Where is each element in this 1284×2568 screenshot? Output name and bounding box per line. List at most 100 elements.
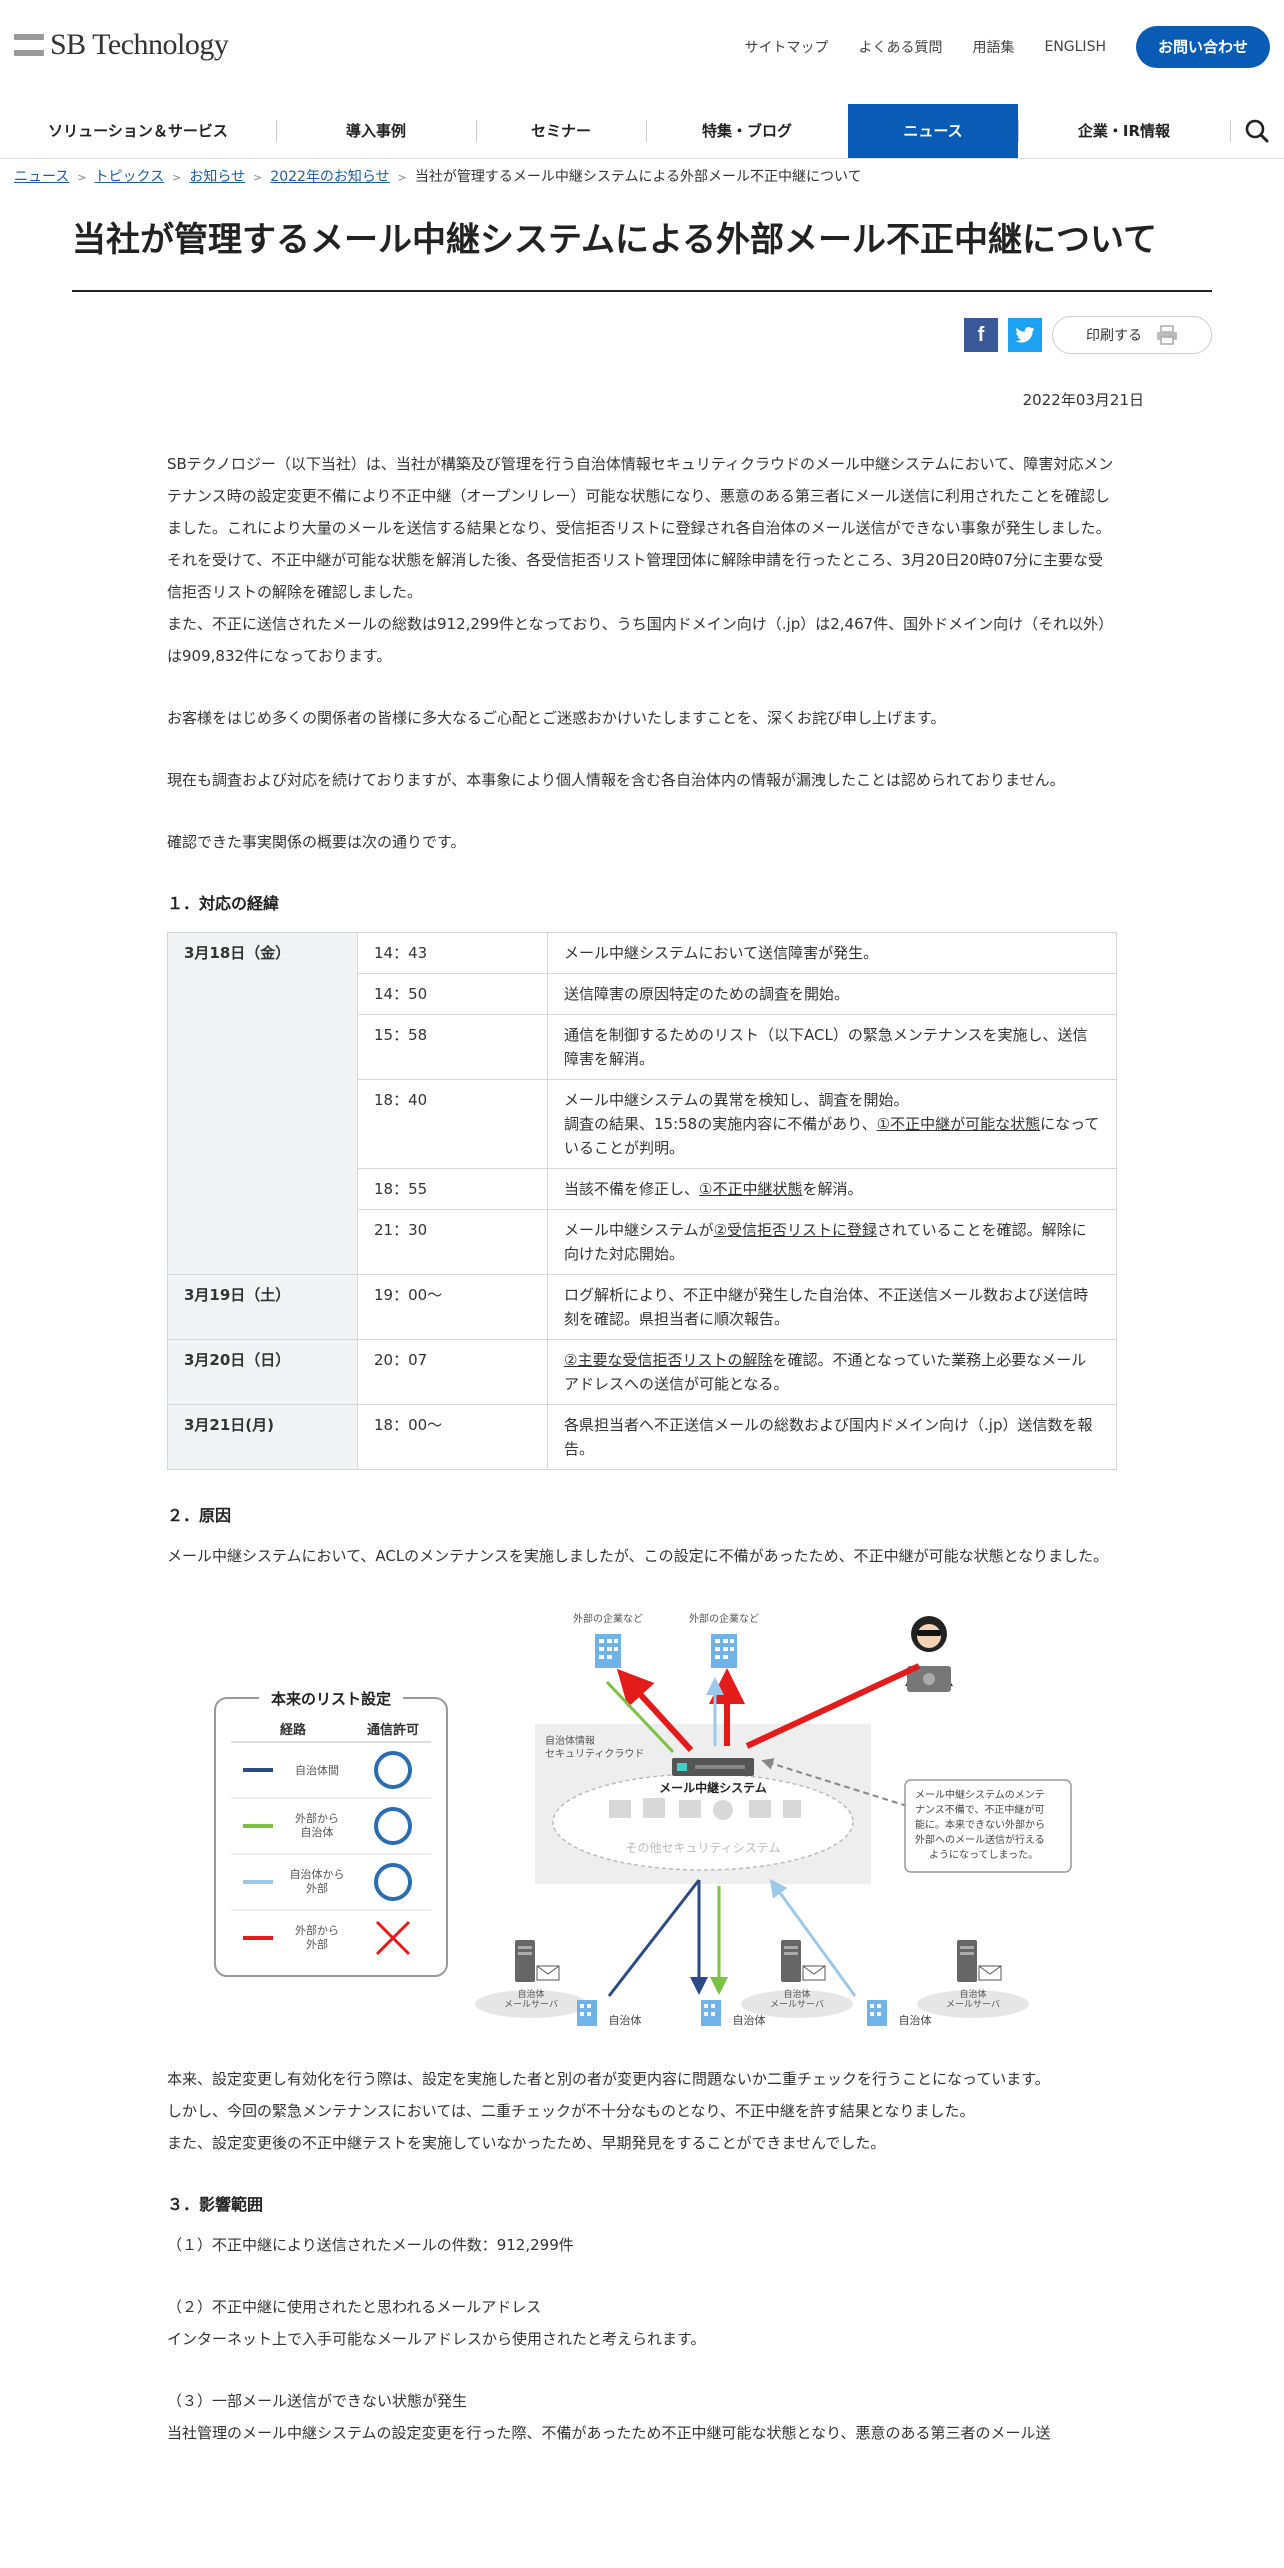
legend-title: 本来のリスト設定	[271, 1690, 391, 1708]
callout-text: 外部へのメール送信が行える	[915, 1833, 1045, 1846]
breadcrumb-link-topics[interactable]: トピックス	[95, 169, 165, 185]
legend-route-ext-to-ext-2: 外部	[306, 1937, 328, 1951]
event-highlight: ①不正中継状態	[699, 1180, 803, 1198]
glossary-link[interactable]: 用語集	[972, 37, 1014, 57]
breadcrumb-link-news[interactable]: ニュース	[14, 169, 69, 185]
timeline-table: 3月18日（金） 14：43 メール中継システムにおいて送信障害が発生。 14：…	[167, 932, 1117, 1470]
table-row: 3月19日（土） 19：00～ ログ解析により、不正中継が発生した自治体、不正送…	[167, 1274, 1117, 1340]
event-cell: メール中継システムにおいて送信障害が発生。	[547, 932, 1117, 974]
muni-server-label: 自治体	[517, 1988, 544, 2000]
site-logo[interactable]: SB Technology	[14, 28, 229, 62]
time-cell: 18：40	[357, 1079, 548, 1169]
print-label: 印刷する	[1086, 328, 1142, 344]
event-text: メール中継システムが	[564, 1221, 714, 1239]
breadcrumb-separator-icon: >	[77, 171, 87, 184]
investigation-paragraph: 現在も調査および対応を続けておりますが、本事象により個人情報を含む各自治体内の情…	[167, 771, 1065, 789]
nav-item-company-ir[interactable]: 企業・IR情報	[1018, 104, 1230, 158]
article-body: SBテクノロジー（以下当社）は、当社が構築及び管理を行う自治体情報セキュリティク…	[167, 448, 1117, 2449]
breadcrumb-separator-icon: >	[397, 171, 407, 184]
legend-box: 本来のリスト設定 経路 通信許可 自治体間 外部から 自治体 自治体から 外部 …	[214, 1688, 448, 1977]
post-diagram-text: しかし、今回の緊急メンテナンスにおいては、二重チェックが不十分なものとなり、不正…	[167, 2102, 975, 2120]
nav-item-case-studies[interactable]: 導入事例	[276, 104, 476, 158]
event-text: メール中継システムの異常を検知し、調査を開始。	[564, 1091, 909, 1109]
nav-item-seminars[interactable]: セミナー	[476, 104, 646, 158]
breadcrumb-current: 当社が管理するメール中継システムによる外部メール不正中継について	[414, 169, 862, 185]
legend-col-allowed: 通信許可	[367, 1722, 419, 1738]
legend-route-muni-to-ext: 自治体から	[290, 1867, 345, 1881]
municipality-label: 自治体	[733, 2013, 766, 2027]
facebook-share-button[interactable]: f	[964, 318, 998, 352]
share-bar: f 印刷する	[964, 316, 1212, 354]
nav-item-features-blog[interactable]: 特集・ブログ	[646, 104, 848, 158]
contact-button[interactable]: お問い合わせ	[1135, 26, 1270, 68]
other-security-label: その他セキュリティシステム	[626, 1841, 781, 1855]
facebook-icon: f	[977, 323, 985, 346]
callout-box: メール中継システムのメンテ ナンス不備で、不正中継が可 能に。本来できない外部か…	[904, 1779, 1072, 1873]
impact-item: （１）不正中継により送信されたメールの件数：912,299件	[167, 2236, 574, 2254]
muni-to-relay-arrow	[607, 1879, 701, 1997]
open-relay-diagram: 本来のリスト設定 経路 通信許可 自治体間 外部から 自治体 自治体から 外部 …	[214, 1612, 1072, 2027]
external-company-label: 外部の企業など	[573, 1612, 643, 1625]
municipality-building-icon	[701, 2000, 721, 2026]
time-cell: 15：58	[357, 1014, 548, 1080]
table-row: 3月21日(月) 18：00～ 各県担当者へ不正送信メールの総数および国内ドメイ…	[167, 1404, 1117, 1470]
search-icon	[1245, 119, 1269, 143]
callout-text: 能に。本来できない外部から	[915, 1818, 1045, 1831]
event-cell: 当該不備を修正し、①不正中継状態を解消。	[547, 1168, 1117, 1210]
print-button[interactable]: 印刷する	[1052, 316, 1212, 354]
breadcrumb: ニュース > トピックス > お知らせ >2022年のお知らせ > 当社が管理するメール中継シ…	[14, 166, 862, 186]
apology-paragraph: お客様をはじめ多くの関係者の皆様に多大なるご心配とご迷惑おかけいたしますことを、…	[167, 709, 946, 727]
table-row: 3月18日（金） 14：43 メール中継システムにおいて送信障害が発生。	[167, 932, 1117, 1275]
printer-icon	[1157, 325, 1177, 345]
intro-paragraph-2: また、不正に送信されたメールの総数は912,299件となっており、うち国内ドメイ…	[167, 615, 1114, 665]
external-company-icon	[595, 1634, 621, 1668]
time-cell: 14：43	[357, 932, 548, 974]
municipality-building-icon	[867, 2000, 887, 2026]
mail-server-label: メールサーバ	[770, 1999, 824, 2010]
global-nav: ソリューション＆サービス 導入事例 セミナー 特集・ブログ ニュース 企業・IR…	[0, 104, 1284, 159]
legend-route-ext-to-ext: 外部から	[295, 1923, 339, 1937]
event-cell: メール中継システムが②受信拒否リストに登録されていることを確認。解除に向けた対応…	[547, 1209, 1117, 1275]
callout-text: メール中継システムのメンテ	[915, 1788, 1045, 1801]
faq-link[interactable]: よくある質問	[858, 37, 942, 57]
event-cell: 送信障害の原因特定のための調査を開始。	[547, 973, 1117, 1015]
breadcrumb-link-2022[interactable]: 2022年のお知らせ	[270, 169, 389, 185]
municipality-building-icon	[577, 2000, 597, 2026]
municipality-label: 自治体	[899, 2013, 932, 2027]
publish-date: 2022年03月21日	[1022, 391, 1144, 409]
english-link[interactable]: ENGLISH	[1044, 39, 1106, 55]
time-cell: 19：00～	[357, 1274, 548, 1340]
sitemap-link[interactable]: サイトマップ	[744, 37, 828, 57]
utility-nav: サイトマップ よくある質問 用語集 ENGLISH お問い合わせ	[744, 26, 1270, 68]
search-button[interactable]	[1230, 104, 1284, 158]
logo-text: SB Technology	[50, 28, 229, 61]
event-text: 調査の結果、15:58の実施内容に不備があり、	[564, 1115, 877, 1133]
intro-paragraph: SBテクノロジー（以下当社）は、当社が構築及び管理を行う自治体情報セキュリティク…	[167, 455, 1114, 601]
title-divider	[72, 290, 1212, 292]
event-cell: ログ解析により、不正中継が発生した自治体、不正送信メール数および送信時刻を確認。…	[547, 1274, 1117, 1340]
twitter-share-button[interactable]	[1008, 318, 1042, 352]
impact-detail: インターネット上で入手可能なメールアドレスから使用されたと考えられます。	[167, 2330, 706, 2348]
page-title: 当社が管理するメール中継システムによる外部メール不正中継について	[72, 220, 1157, 260]
event-cell: メール中継システムの異常を検知し、調査を開始。 調査の結果、15:58の実施内容に…	[547, 1079, 1117, 1169]
section-title-timeline: １．対応の経緯	[167, 894, 280, 913]
nav-item-solutions[interactable]: ソリューション＆サービス	[0, 104, 276, 158]
time-cell: 20：07	[357, 1339, 548, 1405]
event-cell: 各県担当者へ不正送信メールの総数および国内ドメイン向け（.jp）送信数を報告。	[547, 1404, 1117, 1470]
logo-mark-icon	[14, 34, 44, 56]
time-cell: 21：30	[357, 1209, 548, 1275]
impact-detail: 当社管理のメール中継システムの設定変更を行った際、不備があったため不正中継可能な…	[167, 2424, 1051, 2442]
breadcrumb-link-notices[interactable]: お知らせ	[189, 169, 245, 185]
twitter-icon	[1015, 327, 1035, 343]
day-cell: 3月20日（日）	[167, 1339, 358, 1405]
legend-col-route: 経路	[280, 1722, 307, 1738]
section-title-cause: ２．原因	[167, 1506, 232, 1525]
event-cell: ②主要な受信拒否リストの解除を確認。不通となっていた業務上必要なメールアドレスへ…	[547, 1339, 1117, 1405]
mail-server-label: メールサーバ	[946, 1999, 1000, 2010]
event-cell: 通信を制御するためのリスト（以下ACL）の緊急メンテナンスを実施し、送信障害を解…	[547, 1014, 1117, 1080]
legend-route-ext-to-muni-2: 自治体	[301, 1825, 334, 1839]
section-title-impact: ３．影響範囲	[167, 2195, 264, 2214]
time-cell: 14：50	[357, 973, 548, 1015]
nav-item-news[interactable]: ニュース	[848, 104, 1018, 158]
municipality-label: 自治体	[609, 2013, 642, 2027]
